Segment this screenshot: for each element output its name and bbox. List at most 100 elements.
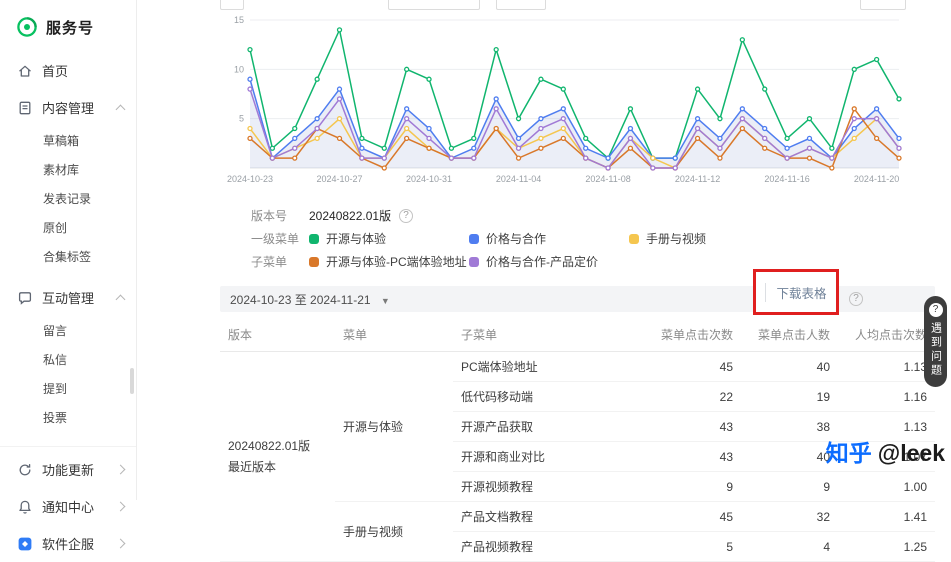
value-cell: 9: [643, 472, 741, 502]
value-cell: 1.16: [838, 382, 935, 412]
sidebar-item-notification-center[interactable]: 通知中心: [0, 488, 136, 525]
legend-item[interactable]: 手册与视频: [629, 230, 789, 247]
legend-item[interactable]: 开源与体验-PC端体验地址: [309, 253, 469, 270]
svg-text:2024-11-12: 2024-11-12: [675, 174, 720, 184]
enterprise-service-icon: [17, 536, 33, 552]
column-header: 版本: [220, 318, 335, 352]
column-header: 菜单点击次数: [643, 318, 741, 352]
svg-text:2024-10-31: 2024-10-31: [406, 174, 452, 184]
sidebar-subitem-original[interactable]: 原创: [0, 213, 136, 242]
legend-group-label: 一级菜单: [251, 230, 309, 247]
sidebar-subitem-votes[interactable]: 投票: [0, 403, 136, 432]
legend-group-label: 子菜单: [251, 253, 309, 270]
brand-name: 服务号: [46, 17, 94, 38]
trend-chart: 510152024-10-232024-10-272024-10-312024-…: [220, 12, 905, 188]
value-cell: 19: [741, 382, 838, 412]
version-row: 版本号 20240822.01版 ?: [251, 204, 935, 227]
sidebar-footer: 功能更新 通知中心 软件企服: [0, 446, 136, 562]
sidebar-subitem-collection-tags[interactable]: 合集标签: [0, 242, 136, 271]
legend-swatch-icon: [469, 234, 479, 244]
value-cell: 43: [643, 412, 741, 442]
submenu-cell: 产品视频教程: [453, 532, 643, 562]
column-header: 菜单: [335, 318, 453, 352]
column-header: 菜单点击人数: [741, 318, 838, 352]
toolbar-cutoff: [220, 0, 935, 12]
sidebar-subitem-comments[interactable]: 留言: [0, 316, 136, 345]
sidebar-subitem-materials[interactable]: 素材库: [0, 155, 136, 184]
submenu-cell: PC端体验地址: [453, 352, 643, 382]
submenu-cell: 开源和商业对比: [453, 442, 643, 472]
svg-text:2024-10-27: 2024-10-27: [316, 174, 362, 184]
document-icon: [17, 100, 33, 116]
version-label: 版本号: [251, 207, 309, 224]
column-header: 子菜单: [453, 318, 643, 352]
filter-row: 2024-10-23 至 2024-11-21 ▼ 下载表格 ?: [220, 286, 935, 312]
value-cell: 40: [741, 442, 838, 472]
question-icon: ?: [929, 303, 943, 317]
toolbar-cut-control[interactable]: [860, 0, 906, 10]
chat-bubble-icon: [17, 290, 33, 306]
help-icon[interactable]: ?: [399, 209, 413, 223]
sidebar-item-home[interactable]: 首页: [0, 52, 136, 89]
legend-item[interactable]: 价格与合作-产品定价: [469, 253, 629, 270]
bell-icon: [17, 499, 33, 515]
legend-swatch-icon: [309, 257, 319, 267]
brand[interactable]: 服务号: [0, 12, 136, 52]
svg-text:2024-11-04: 2024-11-04: [496, 174, 541, 184]
toolbar-cut-control[interactable]: [496, 0, 546, 10]
svg-text:2024-11-16: 2024-11-16: [764, 174, 809, 184]
legend-item-label: 开源与体验-PC端体验地址: [326, 253, 467, 270]
sidebar-group-content[interactable]: 内容管理: [0, 89, 136, 126]
date-range-selector[interactable]: 2024-10-23 至 2024-11-21 ▼: [230, 291, 390, 308]
sidebar-item-software-services[interactable]: 软件企服: [0, 525, 136, 562]
version-cell: 20240822.01版最近版本: [220, 352, 335, 562]
help-icon[interactable]: ?: [849, 292, 863, 306]
submenu-cell: 低代码移动端: [453, 382, 643, 412]
sidebar-group-interaction[interactable]: 互动管理: [0, 279, 136, 316]
legend-item[interactable]: 开源与体验: [309, 230, 469, 247]
value-cell: 9: [741, 472, 838, 502]
legend-item-label: 手册与视频: [646, 230, 706, 247]
submenu-cell: 产品文档教程: [453, 502, 643, 532]
svg-text:5: 5: [239, 114, 244, 124]
value-cell: 38: [741, 412, 838, 442]
sidebar-subitem-publish-history[interactable]: 发表记录: [0, 184, 136, 213]
sidebar-scrollbar-thumb[interactable]: [130, 368, 134, 394]
sidebar-subitem-messages[interactable]: 私信: [0, 345, 136, 374]
download-table-button[interactable]: 下载表格: [765, 283, 826, 302]
menu-cell: 手册与视频: [335, 502, 453, 562]
toolbar-cut-control[interactable]: [220, 0, 244, 10]
legend-item[interactable]: 价格与合作: [469, 230, 629, 247]
svg-text:2024-10-23: 2024-10-23: [227, 174, 273, 184]
sidebar-item-label: 功能更新: [42, 460, 94, 479]
legend-swatch-icon: [469, 257, 479, 267]
value-cell: 40: [741, 352, 838, 382]
toolbar-cut-control[interactable]: [388, 0, 480, 10]
submenu-cell: 开源产品获取: [453, 412, 643, 442]
legend-rows: 一级菜单开源与体验价格与合作手册与视频子菜单开源与体验-PC端体验地址价格与合作…: [251, 227, 935, 273]
report-table-head-row: 版本菜单子菜单菜单点击次数菜单点击人数人均点击次数: [220, 318, 935, 352]
sidebar: 服务号 首页 内容管理 草稿箱 素材库 发表记录 原创 合集标签 互动管理 留言…: [0, 0, 137, 500]
svg-text:10: 10: [234, 64, 244, 74]
sidebar-item-feature-updates[interactable]: 功能更新: [0, 451, 136, 488]
sidebar-group-label: 内容管理: [42, 98, 94, 117]
main-content: 510152024-10-232024-10-272024-10-312024-…: [137, 0, 951, 500]
sidebar-subitem-mentions[interactable]: 提到: [0, 374, 136, 403]
legend-swatch-icon: [309, 234, 319, 244]
watermark-handle: @leek: [878, 440, 945, 467]
sidebar-subitem-drafts[interactable]: 草稿箱: [0, 126, 136, 155]
feedback-widget[interactable]: ? 遇到问题: [924, 296, 947, 387]
svg-text:2024-11-08: 2024-11-08: [585, 174, 630, 184]
caret-down-icon: ▼: [381, 296, 390, 306]
version-value: 20240822.01版: [309, 207, 391, 224]
sidebar-sublist-interaction: 留言 私信 提到 投票: [0, 316, 136, 432]
sidebar-group-label: 互动管理: [42, 288, 94, 307]
sidebar-sublist-content: 草稿箱 素材库 发表记录 原创 合集标签: [0, 126, 136, 271]
red-highlight-annotation: 下载表格: [753, 269, 839, 315]
chart-meta: 版本号 20240822.01版 ? 一级菜单开源与体验价格与合作手册与视频子菜…: [220, 204, 935, 273]
watermark-brand: 知乎: [826, 434, 872, 468]
column-header: 人均点击次数: [838, 318, 935, 352]
value-cell: 22: [643, 382, 741, 412]
chevron-up-icon: [116, 104, 126, 114]
value-cell: 4: [741, 532, 838, 562]
